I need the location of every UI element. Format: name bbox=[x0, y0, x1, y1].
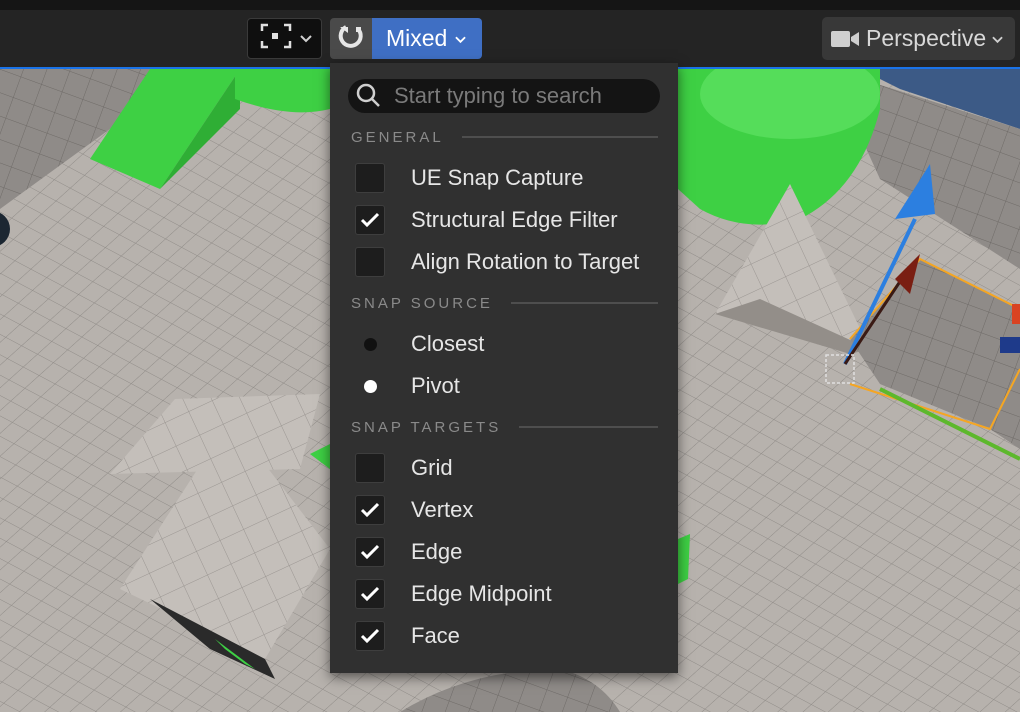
search-icon bbox=[356, 83, 382, 109]
menu-item-label: Align Rotation to Target bbox=[411, 249, 640, 274]
checkbox-checked[interactable] bbox=[355, 495, 385, 525]
section-title-general: GENERAL bbox=[351, 128, 444, 146]
menu-item-label: Vertex bbox=[411, 497, 474, 522]
frame-selection-button[interactable] bbox=[247, 18, 322, 59]
menu-item-label: Structural Edge Filter bbox=[411, 207, 618, 232]
frame-selection-icon bbox=[258, 21, 294, 56]
menu-item-label: Grid bbox=[411, 455, 453, 480]
divider bbox=[519, 426, 658, 428]
menu-item-edge[interactable]: Edge bbox=[330, 532, 678, 572]
menu-item-label: Edge bbox=[411, 539, 463, 564]
menu-item-grid[interactable]: Grid bbox=[330, 448, 678, 488]
chevron-down-icon bbox=[299, 30, 312, 48]
check-icon bbox=[360, 586, 380, 602]
section-header-snap-targets: SNAP TARGETS bbox=[351, 417, 658, 437]
checkbox-checked[interactable] bbox=[355, 205, 385, 235]
radio-button[interactable] bbox=[355, 329, 385, 359]
section-header-general: GENERAL bbox=[351, 127, 658, 147]
section-title-snap-targets: SNAP TARGETS bbox=[351, 418, 502, 436]
checkbox-checked[interactable] bbox=[355, 621, 385, 651]
snap-mode-dropdown[interactable]: Mixed bbox=[372, 18, 482, 59]
chevron-down-icon bbox=[455, 31, 467, 47]
section-title-snap-source: SNAP SOURCE bbox=[351, 294, 493, 312]
menu-item-label: Pivot bbox=[411, 373, 460, 398]
snap-settings-menu: GENERAL UE Snap Capture Structural Edge … bbox=[330, 63, 678, 673]
checkbox[interactable] bbox=[355, 453, 385, 483]
menu-item-ue-snap-capture[interactable]: UE Snap Capture bbox=[330, 158, 678, 198]
search-input[interactable] bbox=[392, 82, 646, 110]
radio-button-selected[interactable] bbox=[355, 371, 385, 401]
menu-item-align-rotation[interactable]: Align Rotation to Target bbox=[330, 242, 678, 282]
section-header-snap-source: SNAP SOURCE bbox=[351, 293, 658, 313]
editor-window: Mixed Perspective GE bbox=[0, 0, 1020, 712]
menu-item-label: UE Snap Capture bbox=[411, 165, 584, 190]
checkbox-checked[interactable] bbox=[355, 537, 385, 567]
search-box[interactable] bbox=[348, 79, 660, 113]
menu-item-label: Face bbox=[411, 623, 460, 648]
divider bbox=[510, 302, 658, 304]
checkbox-checked[interactable] bbox=[355, 579, 385, 609]
menu-item-edge-midpoint[interactable]: Edge Midpoint bbox=[330, 574, 678, 614]
menu-item-face[interactable]: Face bbox=[330, 616, 678, 656]
snap-mode-label: Mixed bbox=[386, 25, 448, 51]
divider bbox=[461, 136, 658, 138]
checkbox[interactable] bbox=[355, 163, 385, 193]
snap-magnet-icon bbox=[336, 21, 366, 56]
check-icon bbox=[360, 502, 380, 518]
check-icon bbox=[360, 628, 380, 644]
menu-item-closest[interactable]: Closest bbox=[330, 324, 678, 364]
menu-item-vertex[interactable]: Vertex bbox=[330, 490, 678, 530]
chevron-down-icon bbox=[992, 31, 1003, 47]
gizmo-plane-handle bbox=[1000, 337, 1020, 353]
viewport-mode-label: Perspective bbox=[866, 25, 987, 51]
snap-toggle-button[interactable] bbox=[330, 18, 372, 59]
gizmo-x-handle bbox=[1012, 304, 1020, 324]
title-strip bbox=[0, 0, 1020, 10]
camera-icon bbox=[830, 28, 860, 50]
menu-item-label: Closest bbox=[411, 331, 485, 356]
menu-item-structural-edge-filter[interactable]: Structural Edge Filter bbox=[330, 200, 678, 240]
checkbox[interactable] bbox=[355, 247, 385, 277]
menu-item-pivot[interactable]: Pivot bbox=[330, 366, 678, 406]
check-icon bbox=[360, 212, 380, 228]
check-icon bbox=[360, 544, 380, 560]
menu-item-label: Edge Midpoint bbox=[411, 581, 552, 606]
viewport-mode-dropdown[interactable]: Perspective bbox=[822, 17, 1015, 60]
